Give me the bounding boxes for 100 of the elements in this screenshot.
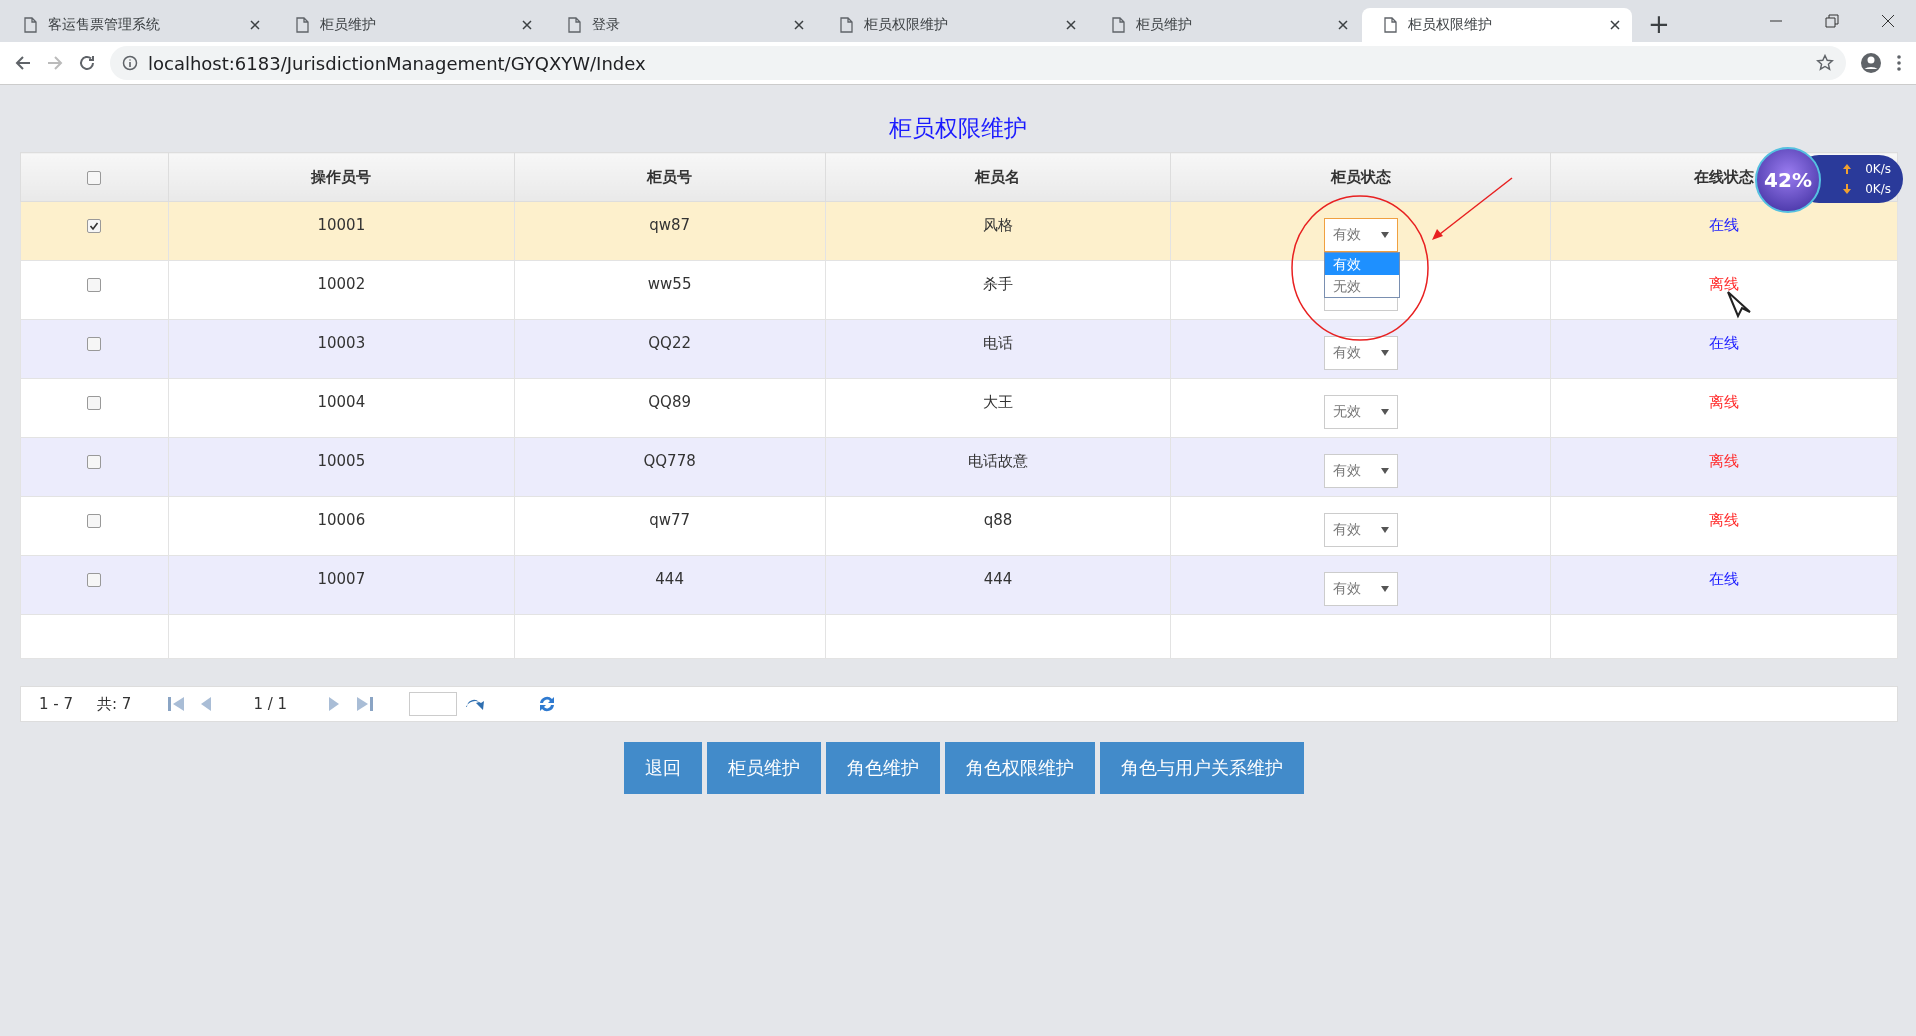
table-cell: qw87: [649, 216, 691, 234]
action-button[interactable]: 退回: [624, 742, 702, 794]
close-tab-icon[interactable]: [250, 20, 260, 30]
column-header: 柜员号: [514, 152, 826, 202]
dropdown-option[interactable]: 无效: [1324, 275, 1399, 297]
new-tab-button[interactable]: +: [1642, 8, 1676, 40]
table-cell: 风格: [982, 216, 1013, 234]
table-row[interactable]: 10004 QQ89 大王 无效 离线: [20, 378, 1898, 438]
checkbox[interactable]: [87, 513, 102, 528]
up-arrow-icon: [1843, 164, 1852, 174]
checkbox[interactable]: [87, 277, 102, 292]
page-icon: [566, 17, 582, 33]
menu-icon[interactable]: [1896, 54, 1902, 72]
upload-speed: 0K/s: [1865, 161, 1891, 178]
action-button[interactable]: 角色权限维护: [945, 742, 1095, 794]
browser-tab[interactable]: 客运售票管理系统: [2, 8, 272, 42]
table-cell: 10007: [317, 570, 366, 588]
checkbox[interactable]: [87, 572, 102, 587]
reload-icon[interactable]: [78, 54, 96, 72]
table-cell: 10005: [317, 452, 366, 470]
page-input[interactable]: [409, 692, 458, 716]
page-icon: [1110, 17, 1126, 33]
checkbox[interactable]: [87, 170, 102, 185]
status-dropdown[interactable]: 有效: [1323, 454, 1398, 488]
close-tab-icon[interactable]: [1066, 20, 1076, 30]
column-header: 柜员状态: [1170, 152, 1551, 202]
column-header: 操作员号: [168, 152, 515, 202]
action-button[interactable]: 柜员维护: [707, 742, 821, 794]
caret-icon: [1380, 350, 1389, 356]
close-tab-icon[interactable]: [522, 20, 532, 30]
status-dropdown[interactable]: 有效: [1323, 336, 1398, 370]
browser-tab[interactable]: 柜员维护: [1090, 8, 1360, 42]
page-icon: [294, 17, 310, 33]
record-total: 共: 7: [97, 694, 132, 714]
page-title: 柜员权限维护: [889, 115, 1027, 141]
table-cell: QQ89: [648, 393, 691, 411]
column-header: 柜员名: [825, 152, 1171, 202]
page-icon: [1382, 17, 1398, 33]
browser-tab[interactable]: 柜员权限维护: [818, 8, 1088, 42]
checkbox[interactable]: [87, 454, 102, 469]
caret-icon: [1380, 527, 1389, 533]
table-row[interactable]: 10003 QQ22 电话 有效 在线: [20, 319, 1898, 379]
browser-tab[interactable]: 柜员维护: [274, 8, 544, 42]
close-tab-icon[interactable]: [794, 20, 804, 30]
table-cell: 10006: [317, 511, 366, 529]
checkbox[interactable]: [87, 395, 102, 410]
table-cell: 444: [983, 570, 1013, 588]
status-dropdown[interactable]: 有效: [1323, 572, 1398, 606]
table-cell: 电话故意: [967, 452, 1028, 470]
star-icon[interactable]: [1816, 54, 1834, 72]
close-tab-icon[interactable]: [1610, 20, 1620, 30]
table-cell: qw77: [649, 511, 691, 529]
caret-icon: [1380, 232, 1389, 238]
table-cell: ww55: [647, 275, 692, 293]
down-arrow-icon: [1843, 184, 1852, 194]
table-row[interactable]: 10006 qw77 q88 有效 离线: [20, 496, 1898, 556]
caret-icon: [1380, 468, 1389, 474]
browser-tab[interactable]: 登录: [546, 8, 816, 42]
table-row[interactable]: 10007 444 444 有效 在线: [20, 555, 1898, 615]
page-indicator: 1 / 1: [253, 695, 288, 713]
online-status: 在线: [1709, 570, 1740, 588]
table-cell: QQ778: [643, 452, 696, 470]
restore-icon[interactable]: [1825, 14, 1839, 28]
browser-tab[interactable]: 柜员权限维护: [1362, 8, 1632, 42]
record-range: 1 - 7: [39, 695, 74, 713]
info-icon[interactable]: [122, 55, 138, 71]
table-cell: 10003: [317, 334, 366, 352]
checkbox[interactable]: [87, 336, 102, 351]
close-icon[interactable]: [1881, 14, 1895, 28]
checkbox[interactable]: [87, 218, 102, 233]
status-dropdown[interactable]: 有效: [1323, 218, 1398, 252]
last-page-icon[interactable]: [355, 695, 376, 713]
status-dropdown[interactable]: 有效: [1323, 513, 1398, 547]
online-status: 离线: [1709, 275, 1740, 293]
back-icon[interactable]: [14, 54, 32, 72]
table-cell: QQ22: [648, 334, 691, 352]
page-icon: [22, 17, 38, 33]
table-cell: 电话: [982, 334, 1013, 352]
table-cell: 杀手: [982, 275, 1013, 293]
caret-icon: [1380, 586, 1389, 592]
online-status: 离线: [1709, 511, 1740, 529]
online-status: 离线: [1709, 452, 1740, 470]
table-cell: 444: [655, 570, 684, 588]
table-cell: 10002: [317, 275, 366, 293]
online-status: 在线: [1709, 216, 1740, 234]
online-status: 在线: [1709, 334, 1740, 352]
action-button[interactable]: 角色维护: [826, 742, 940, 794]
cursor-icon: [1727, 291, 1751, 319]
profile-icon[interactable]: [1860, 52, 1882, 74]
table-row[interactable]: 10005 QQ778 电话故意 有效 离线: [20, 437, 1898, 497]
address-bar[interactable]: localhost:6183/JurisdictionManagement/GYQXYW/Index: [110, 46, 1846, 80]
action-button[interactable]: 角色与用户关系维护: [1100, 742, 1304, 794]
table-cell: 大王: [982, 393, 1013, 411]
table-cell: 10004: [317, 393, 366, 411]
caret-icon: [1380, 409, 1389, 415]
table-cell: q88: [983, 511, 1013, 529]
status-dropdown[interactable]: 无效: [1323, 395, 1398, 429]
online-status: 离线: [1709, 393, 1740, 411]
close-tab-icon[interactable]: [1338, 20, 1348, 30]
table-cell: 10001: [317, 216, 366, 234]
